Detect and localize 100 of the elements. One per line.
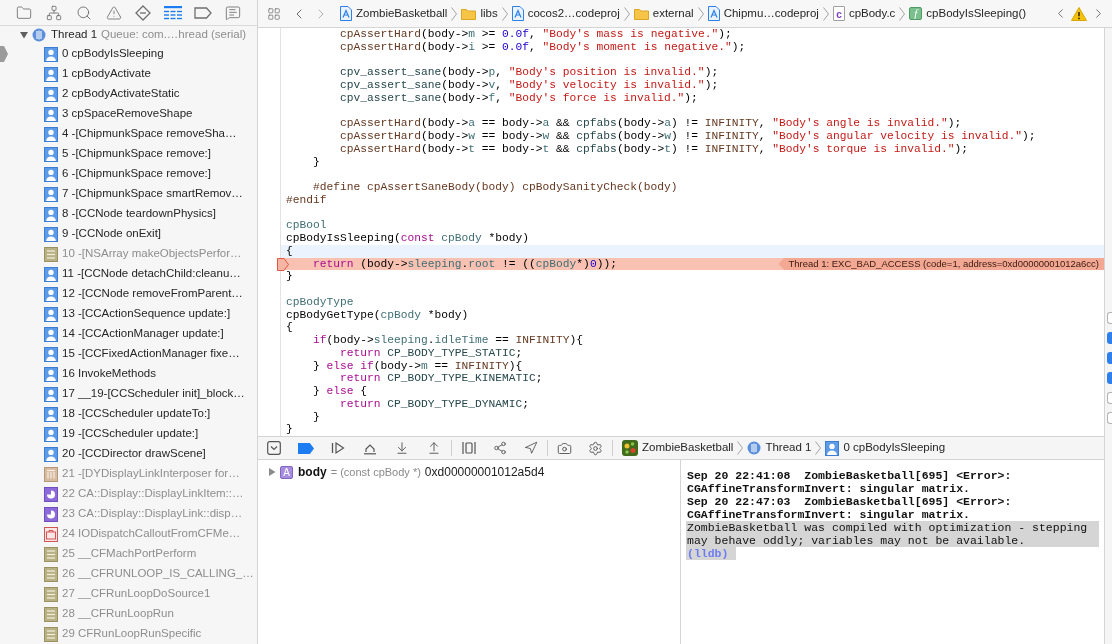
person-icon — [44, 406, 58, 422]
arrow-up-from-line-icon — [427, 441, 441, 455]
list-icon — [164, 5, 183, 20]
folder-icon — [461, 7, 477, 20]
stack-frame[interactable]: 12 -[CCNode removeFromParent… — [0, 284, 257, 304]
person-icon — [44, 106, 58, 122]
diamond-icon — [135, 4, 152, 21]
code-line: { — [286, 244, 293, 258]
console-line: Sep 20 22:41:08 ZombieBasketball[695] <Error>: — [686, 469, 1013, 482]
thread-name[interactable]: Thread 1 — [51, 26, 98, 44]
stack-frame[interactable]: 20 -[CCDirector drawScene] — [0, 444, 257, 464]
variable-value: 0xd00000001012a5d4 — [424, 464, 545, 481]
stack-frame[interactable]: 1 cpBodyActivate — [0, 64, 257, 84]
stack-frame[interactable]: 9 -[CCNode onExit] — [0, 224, 257, 244]
disclosure-triangle-icon[interactable] — [268, 468, 276, 476]
checkbox[interactable] — [1107, 392, 1112, 404]
chevron-right-icon — [822, 6, 829, 21]
person-icon — [44, 366, 58, 382]
stack-frame[interactable]: 14 -[CCActionManager update:] — [0, 324, 257, 344]
stack-frame[interactable]: 4 -[ChipmunkSpace removeSha… — [0, 124, 257, 144]
stack-frame[interactable]: 19 -[CCScheduler update:] — [0, 424, 257, 444]
columns-icon — [44, 466, 58, 482]
chevron-right-icon — [815, 441, 822, 455]
code-line: cpBodyIsSleeping(const cpBody *body) — [286, 232, 530, 245]
breadcrumb[interactable]: c cpBody.c — [832, 4, 896, 23]
code-line: cpBodyGetType(cpBody *body) — [286, 308, 469, 322]
thread-icon — [32, 28, 46, 42]
arrow-down-to-line-icon — [395, 441, 409, 455]
breadcrumb[interactable]: ZombieBasketball — [340, 4, 448, 23]
list-icon — [44, 246, 58, 262]
code-line: cpAssertHard(body->i >= 0.0f, "Body's moment is negative."); — [339, 40, 746, 54]
console-line: CGAffineTransformInvert: singular matrix. — [686, 508, 971, 521]
checkbox[interactable] — [1107, 372, 1112, 384]
code-line: cpAssertHard(body->w == body->w && cpfabs(body->w) != INFINITY, "Body's angular velocity is invalid."); — [339, 130, 1036, 143]
connected-nodes-icon — [492, 441, 507, 455]
code-line: cpv_assert_sane(body->f, "Body's force is invalid."); — [339, 91, 698, 105]
pie-chart-icon — [44, 506, 58, 522]
code-line: cpv_assert_sane(body->p, "Body's position is invalid."); — [339, 66, 719, 79]
code-line: } else { — [312, 385, 368, 398]
pointer-marker-icon — [0, 46, 8, 62]
breadcrumb[interactable]: external — [633, 4, 694, 23]
stack-frame[interactable]: 3 cpSpaceRemoveShape — [0, 104, 257, 124]
warning-icon — [1071, 6, 1087, 21]
stack-frame[interactable]: 5 -[ChipmunkSpace remove:] — [0, 144, 257, 164]
pie-chart-icon — [44, 486, 58, 502]
stack-frame[interactable]: 6 -[ChipmunkSpace remove:] — [0, 164, 257, 184]
stack-frame[interactable]: 15 -[CCFixedActionManager fixe… — [0, 344, 257, 364]
bracketed-rectangle-icon — [461, 441, 476, 455]
person-icon — [44, 346, 58, 362]
code-line: } — [286, 270, 293, 283]
thread-icon — [747, 441, 762, 455]
stack-frame[interactable]: 8 -[CCNode teardownPhysics] — [0, 204, 257, 224]
stack-frame[interactable]: 18 -[CCScheduler updateTo:] — [0, 404, 257, 424]
code-line: cpv_assert_sane(body->v, "Body's velocity is invalid."); — [339, 79, 719, 92]
code-line: return CP_BODY_TYPE_KINEMATIC; — [339, 372, 543, 385]
breadcrumb[interactable]: Thread 1 — [747, 439, 812, 457]
person-icon — [44, 226, 58, 242]
tag-icon — [194, 6, 213, 19]
code-line: #define cpAssertSaneBody(body) cpBodySanityCheck(body) — [312, 181, 678, 194]
document-icon — [511, 6, 524, 21]
warning-icon — [105, 4, 122, 21]
search-icon — [75, 4, 92, 21]
checkbox[interactable] — [1107, 412, 1112, 424]
stack-frame[interactable]: 17 __19-[CCScheduler init]_block… — [0, 384, 257, 404]
breadcrumb[interactable]: libs — [461, 4, 498, 23]
stack-frame[interactable]: 2 cpBodyActivateStatic — [0, 84, 257, 104]
stack-frame[interactable]: 7 -[ChipmunkSpace smartRemov… — [0, 184, 257, 204]
person-icon — [44, 186, 58, 202]
breadcrumb[interactable]: 0 cpBodyIsSleeping — [825, 439, 946, 457]
folder-icon — [633, 7, 649, 20]
code-line: return CP_BODY_TYPE_STATIC; — [339, 346, 523, 360]
person-icon — [44, 66, 58, 82]
code-line: } — [312, 155, 320, 169]
breadcrumb[interactable]: cocos2…codeproj — [511, 4, 620, 23]
person-icon — [44, 286, 58, 302]
person-icon — [44, 146, 58, 162]
checkbox[interactable] — [1107, 352, 1112, 364]
briefcase-icon — [44, 526, 58, 542]
stack-frame[interactable]: 13 -[CCActionSequence update:] — [0, 304, 257, 324]
disclosure-triangle-icon[interactable] — [20, 31, 28, 39]
stack-frame[interactable]: 16 InvokeMethods — [0, 364, 257, 384]
chevron-right-icon — [501, 6, 508, 21]
grid-icon — [267, 6, 281, 21]
person-icon — [44, 266, 58, 282]
checkbox[interactable] — [1107, 332, 1112, 344]
chevron-right-icon — [623, 6, 630, 21]
queue-label: Queue: com.…hread (serial) — [101, 27, 247, 43]
speech-bubble-icon — [225, 4, 242, 21]
code-line: cpAssertHard(body->a == body->a && cpfabs(body->a) != INFINITY, "Body's angle is invalid."); — [339, 117, 962, 130]
code-line: } else if(body->m == INFINITY){ — [312, 359, 523, 373]
breadcrumb[interactable]: ZombieBasketball — [622, 439, 734, 457]
stack-frame[interactable]: 0 cpBodyIsSleeping — [0, 44, 257, 64]
breadcrumb[interactable]: Chipmu…codeproj — [707, 4, 819, 23]
checkbox[interactable] — [1107, 312, 1112, 324]
code-line: cpAssertHard(body->m >= 0.0f, "Body's mass is negative."); — [339, 28, 732, 41]
code-line: return (body->sleeping.root != ((cpBody*)0)); — [312, 257, 617, 271]
breadcrumb[interactable]: f cpBodyIsSleeping() — [909, 4, 1027, 23]
person-icon — [44, 86, 58, 102]
console-line: Sep 20 22:47:03 ZombieBasketball[695] <Error>: — [686, 495, 1013, 508]
stack-frame[interactable]: 11 -[CCNode detachChild:cleanu… — [0, 264, 257, 284]
